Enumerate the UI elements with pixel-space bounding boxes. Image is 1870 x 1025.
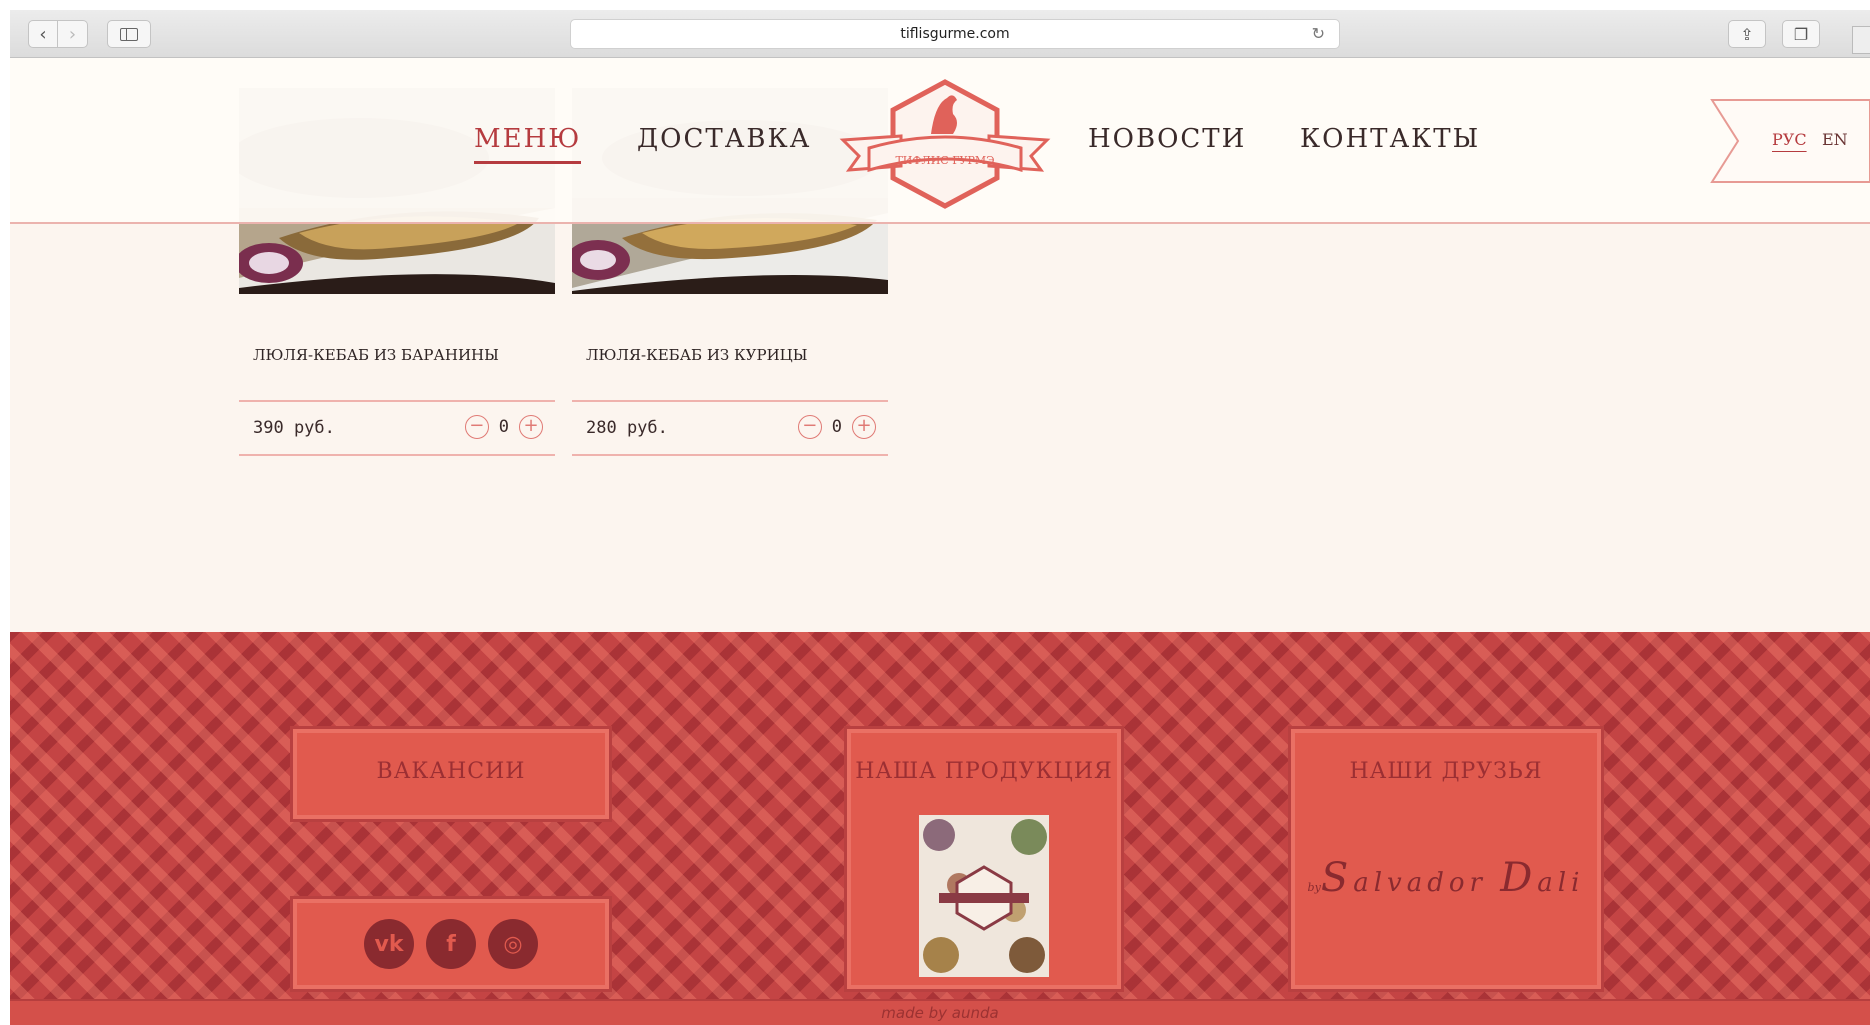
vacancies-link[interactable]: ВАКАНСИИ	[293, 759, 609, 784]
reload-icon[interactable]: ↻	[1312, 24, 1325, 43]
toolbar-right: ⇪ ❐	[1728, 20, 1820, 48]
quantity-stepper: − 0 +	[797, 415, 876, 439]
increase-button[interactable]: +	[852, 415, 876, 439]
browser-toolbar: ‹ › tiflisgurme.com ↻ ⇪ ❐	[10, 10, 1870, 58]
product-name: ЛЮЛЯ-КЕБАБ ИЗ БАРАНИНЫ	[253, 346, 499, 364]
lang-ru[interactable]: РУС	[1772, 130, 1807, 149]
nav-news[interactable]: НОВОСТИ	[1088, 124, 1246, 154]
tabs-button[interactable]: ❐	[1782, 20, 1820, 48]
address-bar[interactable]: tiflisgurme.com ↻	[570, 19, 1340, 49]
nav-delivery[interactable]: ДОСТАВКА	[637, 124, 811, 154]
product-package-image[interactable]	[919, 815, 1049, 977]
instagram-icon[interactable]: ◎	[488, 919, 538, 969]
salvador-dali-logo[interactable]: bySalvador Dali	[1291, 855, 1601, 901]
product-name: ЛЮЛЯ-КЕБАБ ИЗ КУРИЦЫ	[586, 346, 808, 364]
chevron-left-icon: ‹	[39, 23, 47, 45]
decrease-button[interactable]: −	[464, 415, 489, 439]
site-logo[interactable]: ТИФЛИС ГУРМЭ	[835, 74, 1055, 224]
made-by-link[interactable]: made by aunda	[881, 1004, 998, 1022]
forward-button[interactable]: ›	[58, 20, 88, 48]
quantity-stepper: − 0 +	[464, 415, 543, 439]
url-text: tiflisgurme.com	[900, 26, 1010, 42]
product-price: 390 руб.	[253, 418, 335, 438]
nav-contacts[interactable]: КОНТАКТЫ	[1300, 124, 1480, 154]
product-order-row: 280 руб. − 0 +	[572, 400, 888, 456]
back-button[interactable]: ‹	[28, 20, 58, 48]
sidebar-toggle-button[interactable]	[107, 20, 151, 48]
site-footer: ВАКАНСИИ vk f ◎ НАША ПРОДУКЦИЯ НАШИ ДРУЗ…	[10, 632, 1870, 1025]
chevron-right-icon: ›	[68, 23, 77, 45]
tabs-icon: ❐	[1793, 24, 1809, 44]
quantity-value: 0	[498, 417, 509, 437]
sidebar-icon	[120, 27, 138, 41]
social-box: vk f ◎	[290, 896, 612, 992]
new-tab-button[interactable]	[1852, 26, 1870, 54]
social-links: vk f ◎	[293, 919, 609, 969]
page: ЛЮЛЯ-КЕБАБ ИЗ БАРАНИНЫ 390 руб. − 0 + ЛЮ…	[10, 58, 1870, 1025]
quantity-value: 0	[831, 417, 842, 437]
vk-icon[interactable]: vk	[364, 919, 414, 969]
facebook-icon[interactable]: f	[426, 919, 476, 969]
increase-button[interactable]: +	[519, 415, 543, 439]
share-button[interactable]: ⇪	[1728, 20, 1766, 48]
decrease-button[interactable]: −	[797, 415, 822, 439]
products-box[interactable]: НАША ПРОДУКЦИЯ	[844, 726, 1124, 992]
product-order-row: 390 руб. − 0 +	[239, 400, 555, 456]
history-buttons: ‹ ›	[28, 20, 88, 48]
product-price: 280 руб.	[586, 418, 668, 438]
lang-en[interactable]: EN	[1822, 130, 1848, 149]
logo-text: ТИФЛИС ГУРМЭ	[895, 154, 994, 167]
friends-box[interactable]: НАШИ ДРУЗЬЯ bySalvador Dali	[1288, 726, 1604, 992]
our-friends-title: НАШИ ДРУЗЬЯ	[1349, 759, 1543, 784]
our-products-title: НАША ПРОДУКЦИЯ	[855, 759, 1113, 784]
nav-menu[interactable]: МЕНЮ	[474, 124, 582, 164]
share-icon: ⇪	[1740, 24, 1754, 44]
site-header: МЕНЮ ДОСТАВКА ТИФЛИС ГУРМЭ НОВОСТИ КОНТА…	[10, 58, 1870, 224]
vacancies-box[interactable]: ВАКАНСИИ	[290, 726, 612, 822]
credits-bar: made by aunda	[10, 999, 1870, 1025]
